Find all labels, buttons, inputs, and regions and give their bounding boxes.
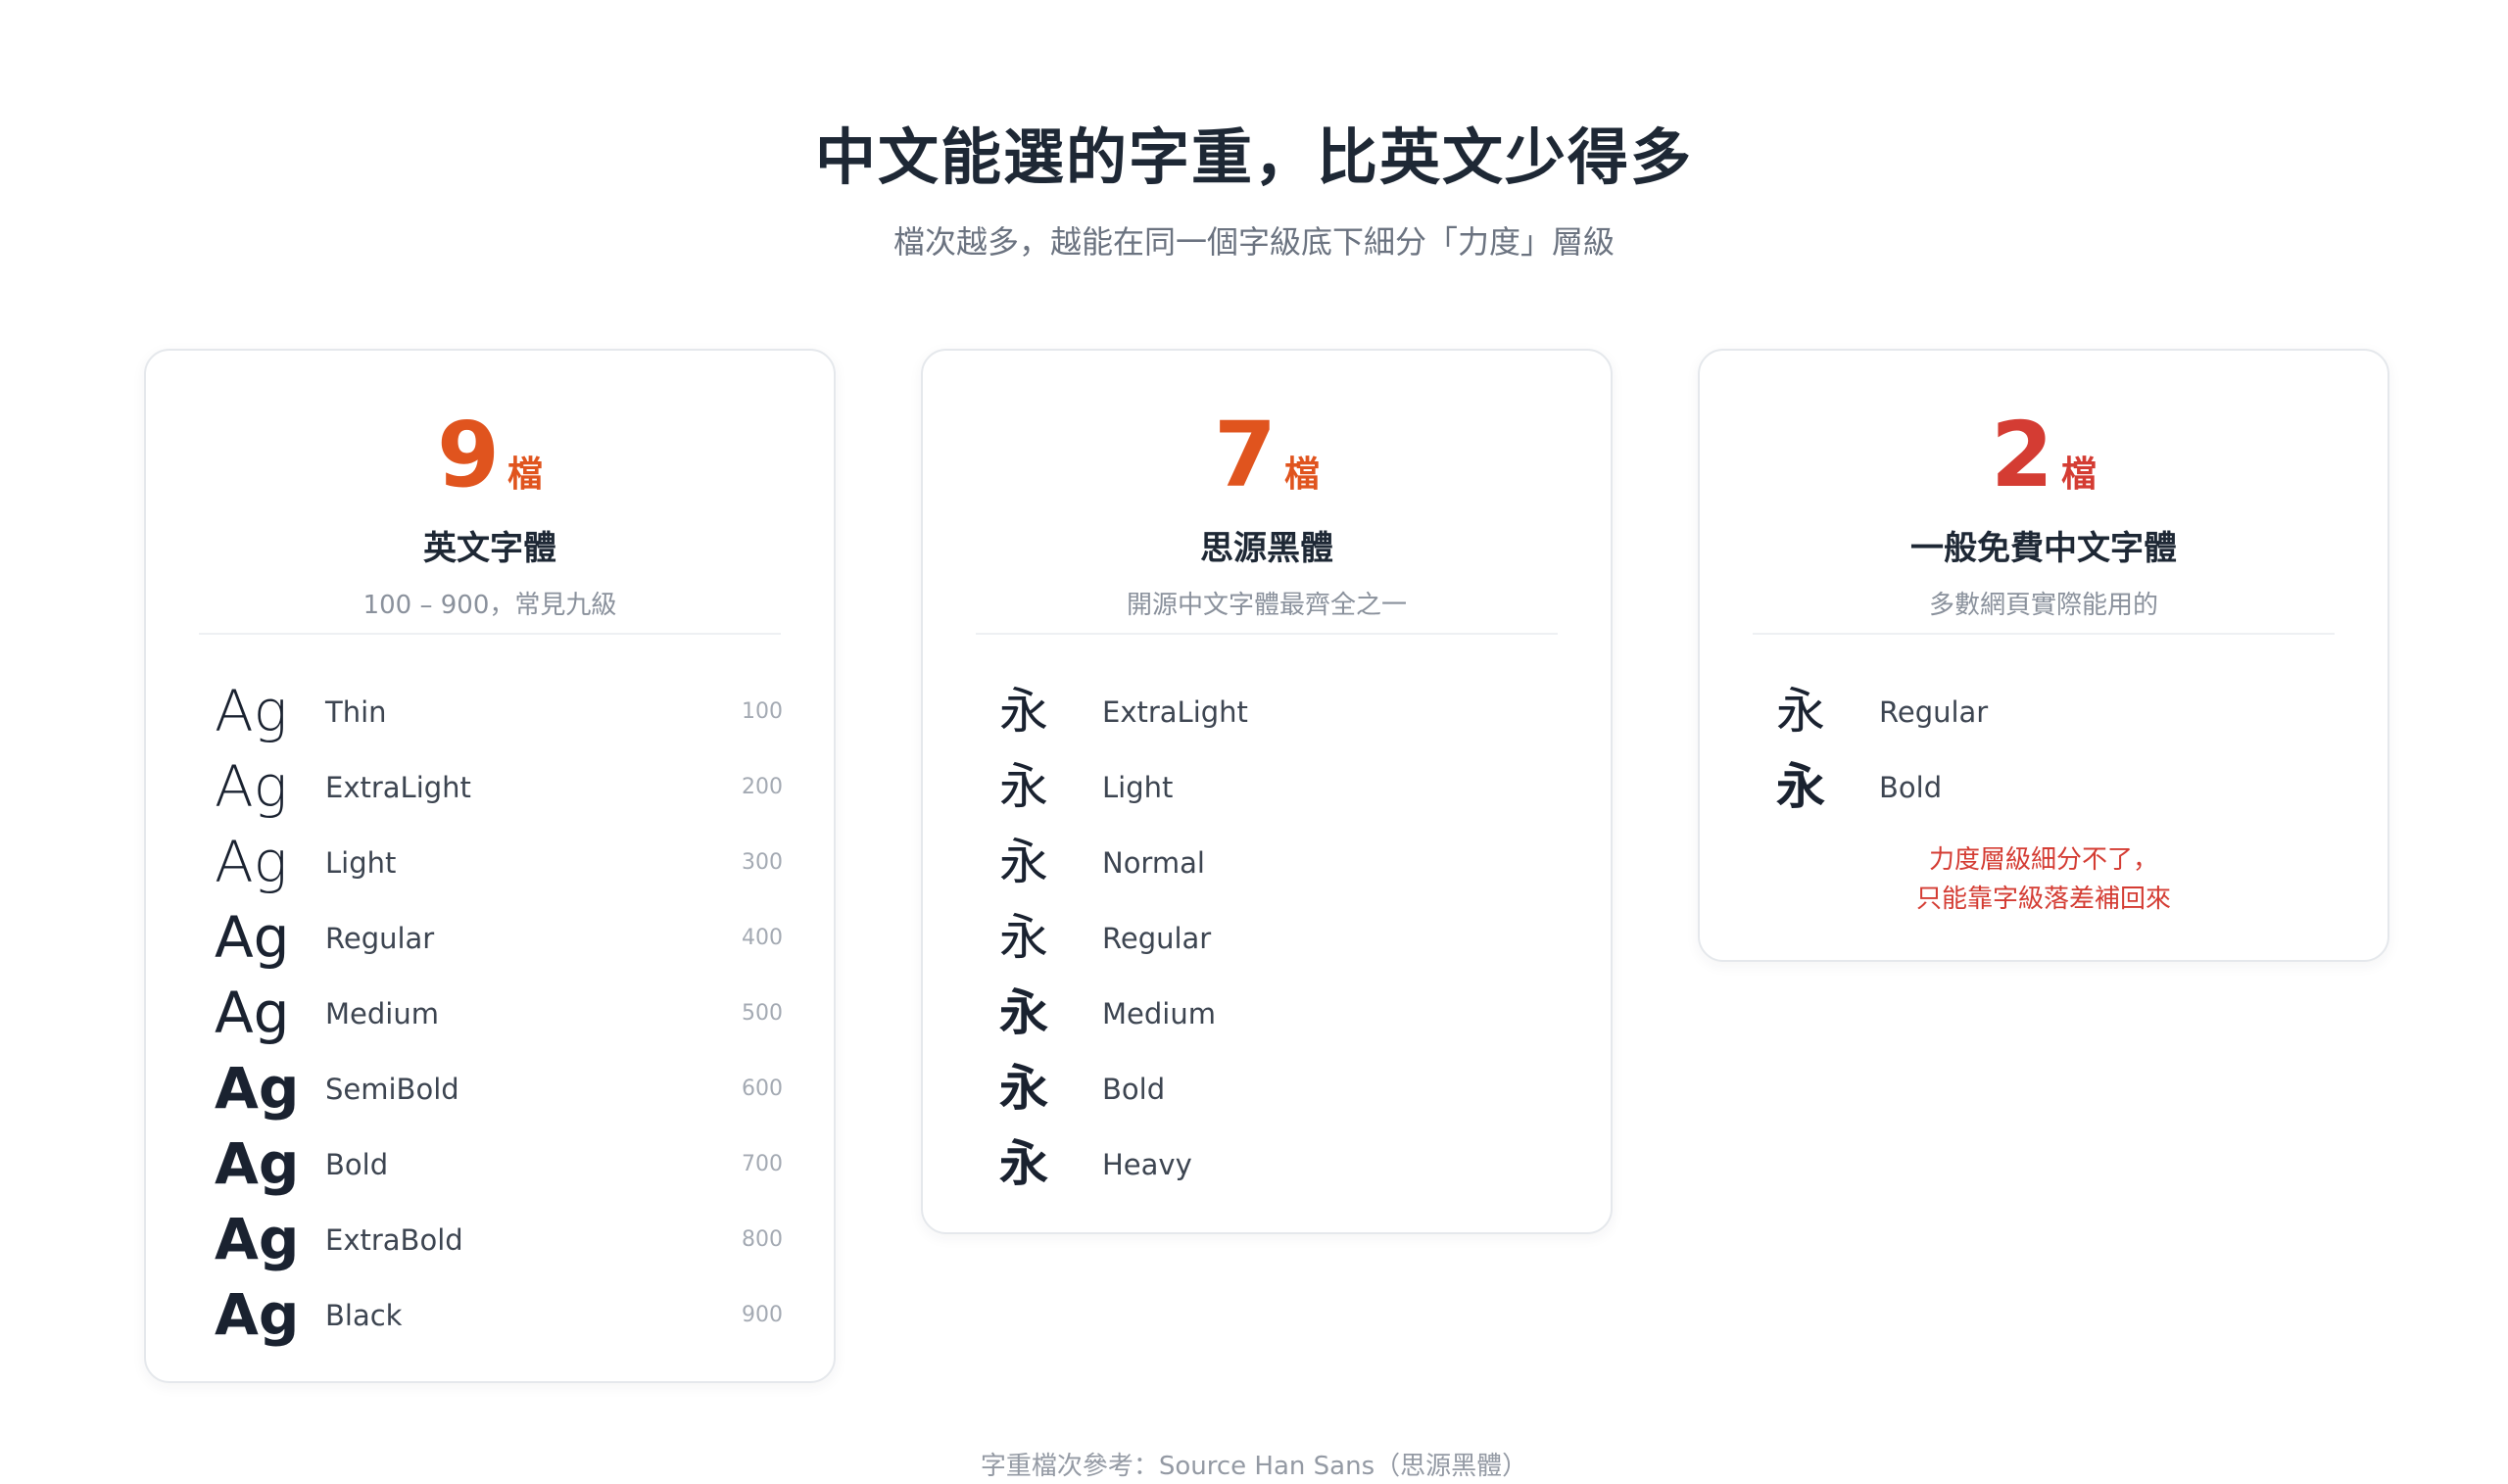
- weight-sample: Ag: [215, 1281, 300, 1348]
- card-description: 開源中文字體最齊全之一: [1126, 591, 1407, 620]
- weight-sample: 永: [999, 834, 1048, 890]
- weight-label: SemiBold: [325, 1072, 459, 1106]
- card-divider: [1753, 633, 2335, 635]
- weight-row: Ag ExtraLight 200: [146, 749, 834, 825]
- weight-row: 永 Medium: [923, 976, 1611, 1051]
- weight-sample: 永: [999, 1135, 1048, 1192]
- weight-count: 7 檔: [923, 402, 1611, 509]
- weight-sample: Ag: [215, 980, 290, 1046]
- weight-value: 100: [742, 699, 783, 724]
- weight-count: 2 檔: [1700, 402, 2387, 509]
- weight-label: Medium: [325, 996, 439, 1030]
- weight-count-number: 9: [436, 403, 500, 507]
- weight-label: ExtraLight: [1102, 694, 1248, 729]
- weight-label: Light: [1102, 770, 1174, 804]
- card-title: 英文字體: [423, 529, 556, 568]
- weight-row: 永 Light: [923, 749, 1611, 825]
- card-title: 思源黑體: [1200, 529, 1333, 568]
- weight-row: 永 Regular: [923, 900, 1611, 976]
- weight-sample: 永: [1776, 683, 1825, 740]
- weight-label: Regular: [1879, 694, 1989, 729]
- weight-row: 永 ExtraLight: [923, 674, 1611, 749]
- weight-value: 900: [742, 1303, 783, 1327]
- weight-count-unit: 檔: [507, 455, 544, 495]
- weight-row: 永 Regular: [1700, 674, 2387, 749]
- limitation-note-line: 只能靠字級落差補回來: [1915, 885, 2171, 914]
- card-description: 多數網頁實際能用的: [1928, 591, 2158, 620]
- weight-value: 200: [742, 775, 783, 799]
- page-title: 中文能選的字重，比英文少得多: [814, 121, 1693, 193]
- weight-count-number: 2: [1990, 403, 2053, 507]
- weight-row: 永 Bold: [1700, 749, 2387, 825]
- weight-count-unit: 檔: [1284, 455, 1321, 495]
- weight-value: 600: [742, 1077, 783, 1101]
- weight-sample: 永: [999, 984, 1048, 1041]
- weight-sample: Ag: [215, 753, 288, 820]
- page: 中文能選的字重，比英文少得多 檔次越多，越能在同一個字級底下細分「力度」層級 9…: [0, 0, 2508, 1484]
- weight-sample: Ag: [215, 1130, 300, 1197]
- weight-row: Ag Thin 100: [146, 674, 834, 749]
- card-source-han-sans: 7 檔 思源黑體 開源中文字體最齊全之一 永 ExtraLight 永 Ligh…: [921, 349, 1613, 1234]
- weight-label: ExtraBold: [325, 1222, 463, 1257]
- weight-sample: Ag: [215, 678, 288, 744]
- card-header: 7 檔 思源黑體 開源中文字體最齊全之一: [923, 402, 1611, 621]
- weight-sample: 永: [999, 683, 1048, 740]
- weight-sample: Ag: [215, 1055, 300, 1122]
- weight-list: 永 Regular 永 Bold: [1700, 674, 2387, 825]
- card-title: 一般免費中文字體: [1910, 529, 2177, 568]
- card-header: 9 檔 英文字體 100 – 900，常見九級: [146, 402, 834, 621]
- weight-sample: Ag: [215, 829, 288, 895]
- weight-label: Light: [325, 845, 397, 880]
- weight-count-unit: 檔: [2061, 455, 2098, 495]
- weight-label: Bold: [1102, 1072, 1166, 1106]
- weight-label: Normal: [1102, 845, 1205, 880]
- card-english-fonts: 9 檔 英文字體 100 – 900，常見九級 Ag Thin 100 Ag E…: [144, 349, 836, 1383]
- weight-sample: Ag: [215, 1206, 300, 1272]
- weight-sample: 永: [1776, 758, 1825, 815]
- weight-row: 永 Bold: [923, 1051, 1611, 1126]
- weight-sample: 永: [999, 758, 1048, 815]
- limitation-note-line: 力度層級細分不了，: [1928, 845, 2158, 875]
- weight-row: Ag ExtraBold 800: [146, 1202, 834, 1277]
- card-header: 2 檔 一般免費中文字體 多數網頁實際能用的: [1700, 402, 2387, 621]
- page-subtitle: 檔次越多，越能在同一個字級底下細分「力度」層級: [892, 223, 1615, 261]
- weight-row: Ag Bold 700: [146, 1126, 834, 1202]
- weight-count: 9 檔: [146, 402, 834, 509]
- weight-value: 400: [742, 926, 783, 950]
- weight-row: Ag Black 900: [146, 1277, 834, 1353]
- source-footnote: 字重檔次參考：Source Han Sans（思源黑體）: [980, 1452, 1528, 1481]
- weight-row: 永 Heavy: [923, 1126, 1611, 1202]
- weight-value: 800: [742, 1227, 783, 1252]
- weight-sample: 永: [999, 1060, 1048, 1117]
- weight-list: 永 ExtraLight 永 Light 永 Normal 永 Regular …: [923, 674, 1611, 1202]
- weight-label: Bold: [1879, 770, 1943, 804]
- weight-sample: 永: [999, 909, 1048, 966]
- weight-label: Bold: [325, 1147, 389, 1181]
- weight-row: 永 Normal: [923, 825, 1611, 900]
- weight-row: Ag SemiBold 600: [146, 1051, 834, 1126]
- weight-sample: Ag: [215, 904, 290, 971]
- weight-label: ExtraLight: [325, 770, 471, 804]
- weight-label: Black: [325, 1298, 403, 1332]
- weight-row: Ag Medium 500: [146, 976, 834, 1051]
- weight-label: Regular: [325, 921, 435, 955]
- weight-label: Medium: [1102, 996, 1216, 1030]
- weight-value: 300: [742, 850, 783, 875]
- card-divider: [976, 633, 1558, 635]
- weight-row: Ag Light 300: [146, 825, 834, 900]
- card-free-chinese-fonts: 2 檔 一般免費中文字體 多數網頁實際能用的 永 Regular 永 Bold …: [1698, 349, 2389, 962]
- weight-label: Regular: [1102, 921, 1212, 955]
- card-divider: [199, 633, 781, 635]
- weight-label: Thin: [325, 694, 387, 729]
- card-description: 100 – 900，常見九級: [362, 591, 617, 620]
- weight-value: 500: [742, 1001, 783, 1026]
- weight-list: Ag Thin 100 Ag ExtraLight 200 Ag Light 3…: [146, 674, 834, 1353]
- weight-label: Heavy: [1102, 1147, 1192, 1181]
- weight-count-number: 7: [1213, 403, 1277, 507]
- weight-row: Ag Regular 400: [146, 900, 834, 976]
- weight-value: 700: [742, 1152, 783, 1176]
- limitation-note: 力度層級細分不了， 只能靠字級落差補回來: [1700, 840, 2387, 919]
